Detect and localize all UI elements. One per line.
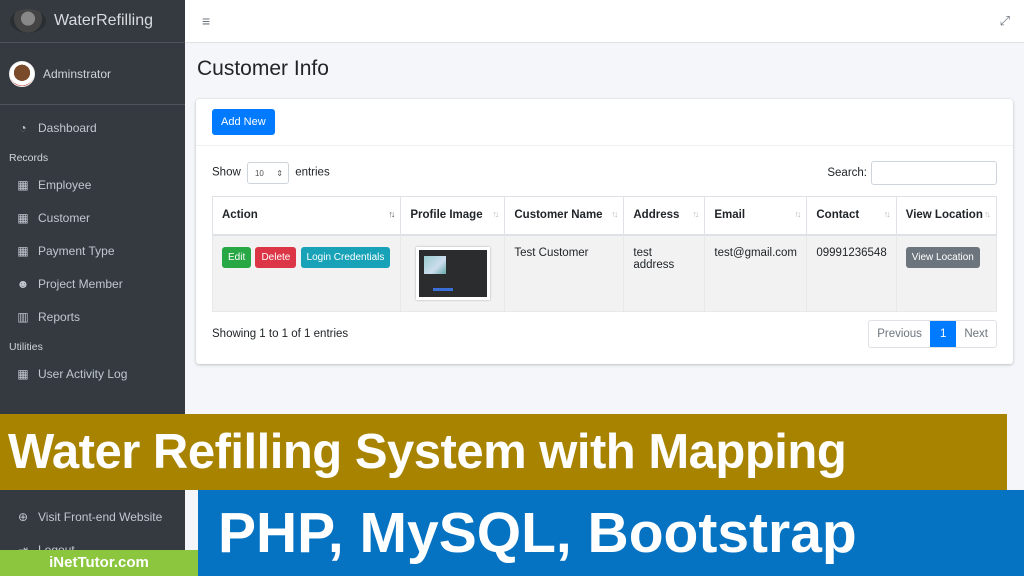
nav-header-utilities: Utilities (9, 341, 43, 353)
page-title: Customer Info (197, 57, 329, 80)
column-header-view-location[interactable]: View Location ↑↓ (895, 196, 998, 236)
length-control: Show 10 ⇕ entries (212, 162, 330, 184)
pagination-previous[interactable]: Previous (869, 321, 930, 347)
building-icon: ▦ (17, 366, 29, 381)
action-cell: Edit Delete Login Credentials (211, 234, 402, 312)
table-row: Edit Delete Login Credentials Test Custo… (211, 234, 998, 312)
pagination-next[interactable]: Next (956, 321, 996, 347)
column-label: Email (714, 209, 746, 222)
column-header-address[interactable]: Address ↑↓ (623, 196, 706, 236)
sort-icon: ↑↓ (692, 209, 699, 219)
customer-card: Add New Show 10 ⇕ entries Search: Action… (196, 99, 1013, 364)
sidebar-item-reports[interactable]: ▥ Reports (0, 300, 185, 333)
title-banner: Water Refilling System with Mapping (0, 414, 1007, 490)
show-label: Show (212, 166, 241, 179)
column-label: Action (222, 209, 258, 222)
column-header-profile-image[interactable]: Profile Image ↑↓ (400, 196, 506, 236)
menu-toggle-icon[interactable]: ≡ (202, 13, 210, 29)
sort-icon: ↑↓ (794, 209, 801, 219)
brand-logo-icon (10, 9, 46, 33)
sidebar-item-visit-website[interactable]: ⊕ Visit Front-end Website (0, 500, 185, 533)
tachometer-icon: ◔ (19, 120, 27, 135)
column-label: Profile Image (410, 209, 483, 222)
user-panel[interactable]: Adminstrator (0, 43, 185, 105)
contact-cell: 09991236548 (806, 234, 897, 312)
edit-button[interactable]: Edit (222, 246, 252, 268)
datatable-footer: Showing 1 to 1 of 1 entries Previous 1 N… (212, 319, 997, 348)
sidebar-item-employee[interactable]: ▦ Employee (0, 168, 185, 201)
brand-link[interactable]: WaterRefilling (0, 0, 185, 43)
avatar (9, 60, 35, 87)
sidebar-item-label: Payment Type (38, 243, 115, 258)
customer-name-cell: Test Customer (504, 234, 625, 312)
tech-stack-banner: PHP, MySQL, Bootstrap (198, 490, 1024, 576)
column-header-contact[interactable]: Contact ↑↓ (806, 196, 897, 236)
building-icon: ▦ (17, 210, 29, 225)
sidebar-nav: ◔ Dashboard Records ▦ Employee ▦ Custome… (0, 105, 185, 390)
pagination: Previous 1 Next (868, 319, 997, 348)
topbar: ≡ ⤢ (185, 0, 1024, 43)
sort-icon: ↑↓ (388, 209, 395, 219)
column-label: Address (633, 209, 680, 222)
view-location-cell: View Location (895, 234, 998, 312)
sidebar-item-label: Visit Front-end Website (38, 509, 163, 524)
address-cell: test address (623, 234, 706, 312)
sidebar-item-label: Employee (38, 177, 92, 192)
fullscreen-icon[interactable]: ⤢ (1000, 13, 1010, 29)
sidebar-item-label: Reports (38, 309, 81, 324)
table-info: Showing 1 to 1 of 1 entries (212, 327, 349, 340)
profile-image-thumbnail[interactable] (415, 246, 490, 300)
sidebar-item-project-member[interactable]: ☻ Project Member (0, 267, 185, 300)
login-credentials-button[interactable]: Login Credentials (300, 246, 391, 268)
table-header-row: Action ↑↓ Profile Image ↑↓ Customer Name ↑↓… (211, 196, 998, 236)
entries-label: entries (295, 166, 330, 179)
delete-button[interactable]: Delete (255, 246, 297, 268)
sidebar-item-dashboard[interactable]: ◔ Dashboard (0, 111, 185, 144)
select-arrows-icon: ⇕ (276, 168, 283, 178)
sidebar-item-customer[interactable]: ▦ Customer (0, 201, 185, 234)
users-icon: ☻ (16, 276, 30, 291)
email-cell: test@gmail.com (704, 234, 808, 312)
building-icon: ▦ (17, 243, 29, 258)
search-label: Search: (827, 167, 867, 179)
column-label: Contact (816, 209, 860, 222)
globe-icon: ⊕ (17, 509, 29, 524)
datatable-controls: Show 10 ⇕ entries Search: (212, 160, 997, 186)
card-header: Add New (196, 99, 1013, 146)
site-banner: iNetTutor.com (0, 550, 198, 576)
column-label: Customer Name (514, 209, 603, 222)
pagination-page-1[interactable]: 1 (929, 320, 957, 347)
page-length-value: 10 (254, 168, 264, 178)
column-label: View Location (905, 209, 983, 222)
add-new-button[interactable]: Add New (212, 109, 275, 135)
sidebar-item-label: User Activity Log (38, 366, 128, 381)
card-body: Show 10 ⇕ entries Search: Action ↑↓ Prof… (196, 146, 1013, 364)
view-location-button[interactable]: View Location (905, 246, 980, 268)
column-header-action[interactable]: Action ↑↓ (211, 196, 402, 236)
chart-icon: ▥ (17, 309, 29, 324)
user-name: Adminstrator (43, 66, 112, 81)
sort-icon: ↑↓ (984, 209, 991, 219)
sidebar-item-payment-type[interactable]: ▦ Payment Type (0, 234, 185, 267)
nav-header-records: Records (9, 152, 49, 164)
sidebar-item-label: Dashboard (38, 120, 97, 135)
sort-icon: ↑↓ (883, 209, 891, 219)
sort-icon: ↑↓ (492, 209, 499, 219)
column-header-customer-name[interactable]: Customer Name ↑↓ (504, 196, 625, 236)
search-control: Search: (827, 161, 997, 185)
page-length-select[interactable]: 10 ⇕ (246, 162, 289, 184)
search-input[interactable] (871, 161, 997, 185)
customer-table: Action ↑↓ Profile Image ↑↓ Customer Name ↑↓… (211, 196, 998, 312)
profile-image-cell (400, 234, 506, 312)
sort-icon: ↑↓ (611, 209, 618, 219)
sidebar-item-user-activity-log[interactable]: ▦ User Activity Log (0, 357, 185, 390)
building-icon: ▦ (17, 177, 29, 192)
sidebar-item-label: Project Member (38, 276, 123, 291)
sidebar-item-label: Customer (38, 210, 91, 225)
column-header-email[interactable]: Email ↑↓ (704, 196, 808, 236)
brand-text: WaterRefilling (54, 12, 153, 29)
